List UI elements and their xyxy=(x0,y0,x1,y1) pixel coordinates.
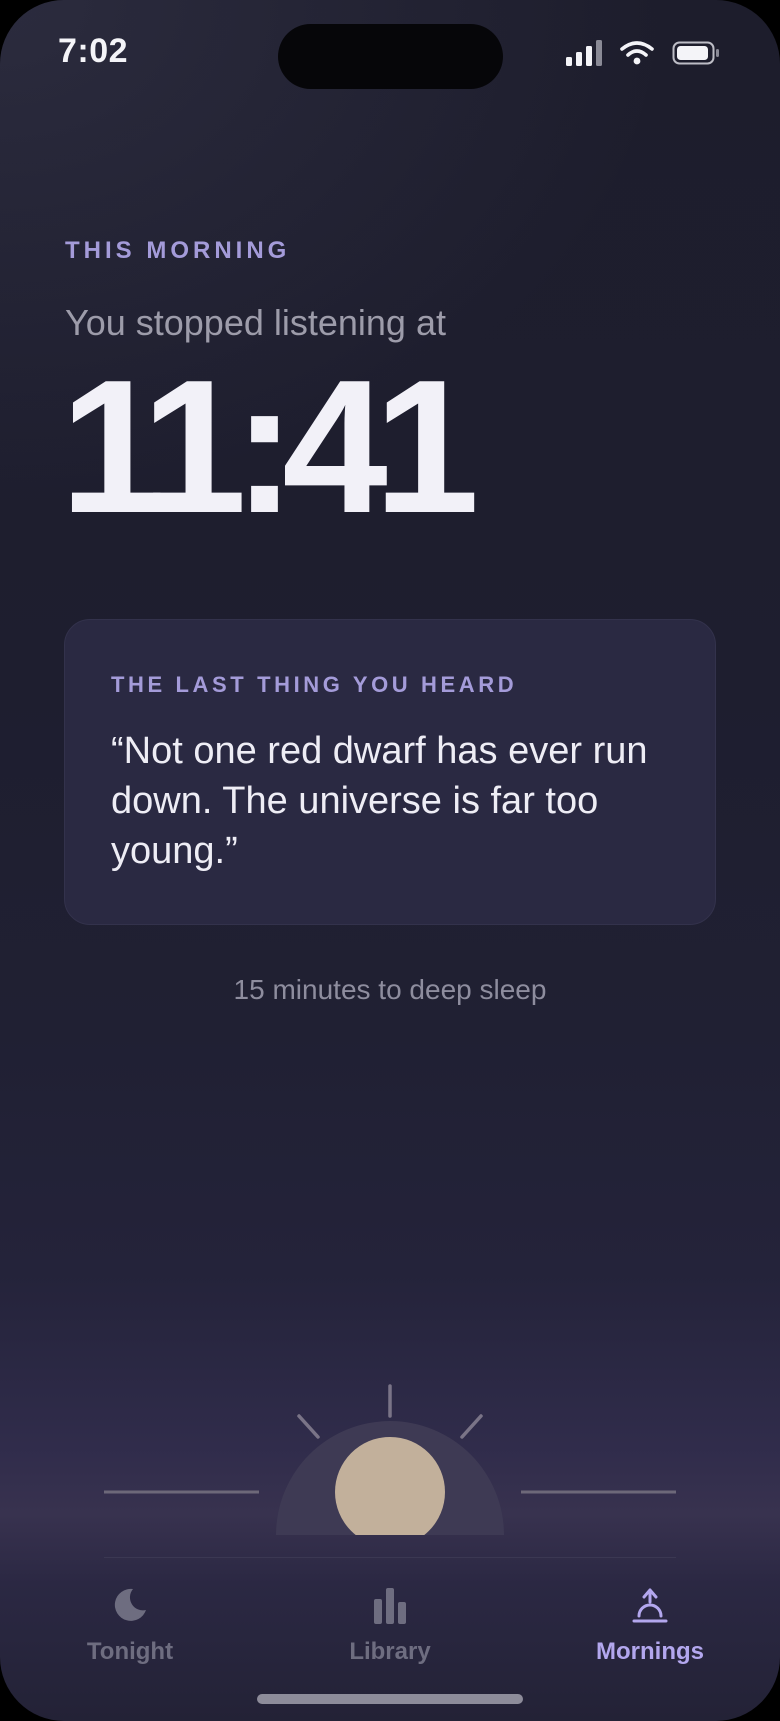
tab-label-tonight: Tonight xyxy=(86,1638,174,1665)
moon-icon xyxy=(111,1580,149,1624)
tab-label-mornings: Mornings xyxy=(596,1638,704,1665)
status-time: 7:02 xyxy=(58,32,129,70)
tab-tonight[interactable]: Tonight xyxy=(30,1580,230,1666)
dynamic-island xyxy=(278,24,503,89)
sun-ray-left xyxy=(297,1414,320,1439)
battery-icon xyxy=(672,41,720,70)
tab-mornings[interactable]: Mornings xyxy=(550,1580,750,1666)
mornings-screen: 7:02 THIS MORNING You stopped listening … xyxy=(0,0,780,1721)
sunrise-icon xyxy=(632,1580,668,1624)
last-heard-card[interactable]: THE LAST THING YOU HEARD “Not one red dw… xyxy=(64,619,716,925)
section-kicker: THIS MORNING xyxy=(65,237,291,264)
stopped-time: 11:41 xyxy=(60,341,479,553)
sun-ray-right xyxy=(460,1414,483,1439)
last-heard-quote: “Not one red dwarf has ever run down. Th… xyxy=(111,730,648,872)
card-kicker: THE LAST THING YOU HEARD xyxy=(111,672,518,697)
tab-bar-divider xyxy=(104,1557,676,1558)
sunrise-illustration xyxy=(104,1384,676,1535)
status-icons xyxy=(566,40,720,71)
stopped-listening-label: You stopped listening at xyxy=(65,302,446,343)
library-bars-icon xyxy=(374,1580,406,1624)
tab-library[interactable]: Library xyxy=(290,1580,490,1666)
cellular-signal-icon xyxy=(566,40,602,71)
deep-sleep-hint: 15 minutes to deep sleep xyxy=(233,974,547,1005)
tab-label-library: Library xyxy=(349,1638,431,1665)
wifi-icon xyxy=(620,41,654,70)
home-indicator[interactable] xyxy=(257,1694,523,1704)
